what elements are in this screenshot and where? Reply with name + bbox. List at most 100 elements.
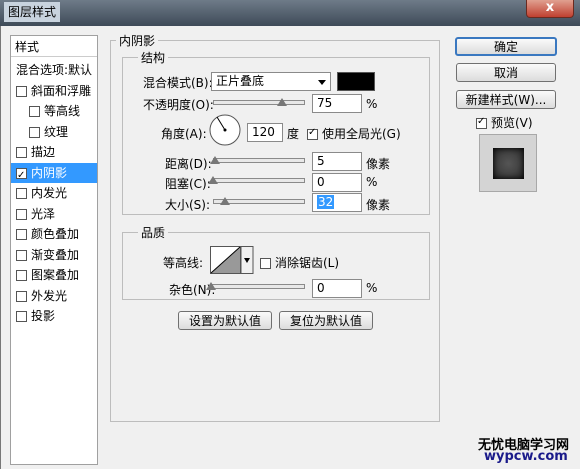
style-item-checkbox[interactable] — [29, 106, 40, 117]
style-item-label: 描边 — [31, 145, 56, 159]
choke-label: 阻塞(C): — [165, 177, 211, 191]
angle-label: 角度(A): — [161, 127, 207, 141]
distance-field[interactable]: 5 — [312, 152, 362, 171]
angle-unit: 度 — [287, 127, 300, 141]
style-item[interactable]: 投影 — [11, 306, 97, 326]
distance-unit: 像素 — [366, 157, 391, 171]
style-item-checkbox[interactable] — [16, 229, 27, 240]
style-item-label: 斜面和浮雕 — [31, 83, 92, 98]
new-style-button[interactable]: 新建样式(W)... — [456, 90, 556, 109]
preview-check-icon — [476, 116, 487, 129]
style-item-checkbox[interactable] — [29, 126, 40, 138]
cancel-button[interactable]: 取消 — [456, 63, 556, 82]
blend-mode-label: 混合模式(B): — [143, 76, 213, 90]
quality-title: 品质 — [138, 224, 169, 241]
chevron-down-icon — [318, 80, 326, 85]
angle-dial-icon — [209, 114, 241, 146]
style-item-checkbox[interactable] — [16, 249, 27, 261]
style-item[interactable]: 内发光 — [11, 183, 97, 203]
choke-field[interactable]: 0 — [312, 173, 362, 192]
style-item[interactable]: 斜面和浮雕 — [11, 81, 97, 101]
noise-slider-thumb[interactable] — [206, 282, 216, 290]
size-unit: 像素 — [366, 198, 391, 212]
noise-field[interactable]: 0 — [312, 279, 362, 298]
noise-unit: % — [366, 281, 378, 295]
antialias-check-icon — [260, 258, 271, 269]
set-default-button[interactable]: 设置为默认值 — [178, 311, 272, 330]
style-item[interactable]: 光泽 — [11, 204, 97, 224]
style-item[interactable]: 混合选项:默认 — [11, 60, 97, 80]
style-item-checkbox[interactable] — [16, 208, 27, 220]
style-item-checkbox[interactable] — [16, 270, 27, 281]
blend-mode-value: 正片叠底 — [216, 74, 265, 88]
style-item-checkbox[interactable] — [16, 166, 27, 183]
style-item[interactable]: 颜色叠加 — [11, 224, 97, 244]
style-item-checkbox[interactable] — [16, 85, 27, 97]
style-item-label: 内阴影 — [31, 165, 68, 180]
angle-field[interactable]: 120 — [247, 123, 283, 142]
global-light-checkbox[interactable]: 使用全局光(G) — [307, 125, 401, 142]
style-item-checkbox[interactable] — [16, 311, 27, 322]
contour-label: 等高线: — [163, 256, 204, 270]
style-item[interactable]: 图案叠加 — [11, 265, 97, 285]
distance-label: 距离(D): — [165, 157, 212, 171]
style-item-checkbox[interactable] — [16, 147, 27, 158]
style-item-label: 渐变叠加 — [31, 247, 80, 262]
styles-header[interactable]: 样式 — [15, 38, 39, 56]
close-button[interactable]: x — [526, 0, 574, 18]
size-field[interactable]: 32 — [312, 193, 362, 212]
style-item-label: 混合选项:默认 — [16, 63, 93, 77]
preview-label: 预览(V) — [491, 116, 533, 130]
preview-thumbnail — [479, 134, 537, 192]
style-item-label: 内发光 — [31, 186, 68, 200]
style-item[interactable]: 渐变叠加 — [11, 245, 97, 265]
style-item[interactable]: 纹理 — [11, 122, 97, 142]
style-item-label: 等高线 — [44, 104, 81, 118]
opacity-label: 不透明度(O): — [143, 98, 214, 112]
title-bar — [0, 0, 580, 26]
distance-slider-thumb[interactable] — [209, 156, 220, 164]
style-item-label: 颜色叠加 — [31, 227, 80, 241]
style-item[interactable]: 外发光 — [11, 286, 97, 306]
style-item-label: 图案叠加 — [31, 268, 80, 282]
structure-title: 结构 — [138, 49, 169, 66]
style-item-label: 投影 — [31, 309, 56, 323]
opacity-field[interactable]: 75 — [312, 94, 362, 113]
style-item-label: 外发光 — [31, 288, 68, 303]
choke-slider-thumb[interactable] — [208, 176, 218, 184]
style-item-checkbox[interactable] — [16, 188, 27, 199]
divider — [11, 56, 97, 57]
choke-slider[interactable] — [213, 178, 305, 183]
blend-mode-select[interactable]: 正片叠底 — [211, 72, 331, 91]
styles-list: 样式 混合选项:默认斜面和浮雕等高线纹理描边内阴影内发光光泽颜色叠加渐变叠加图案… — [10, 35, 98, 465]
ok-button[interactable]: 确定 — [455, 37, 557, 56]
global-light-check-icon — [307, 127, 318, 140]
style-item-label: 纹理 — [44, 124, 69, 139]
size-slider-thumb[interactable] — [219, 197, 230, 205]
style-item-checkbox[interactable] — [16, 290, 27, 302]
global-light-label: 使用全局光(G) — [322, 127, 401, 141]
preview-checkbox[interactable]: 预览(V) — [476, 114, 533, 131]
opacity-slider[interactable] — [213, 100, 305, 105]
preview-swatch — [493, 148, 524, 179]
size-value-selected: 32 — [317, 195, 335, 209]
distance-slider[interactable] — [213, 158, 305, 163]
opacity-unit: % — [366, 97, 378, 111]
window-title: 图层样式 — [4, 2, 61, 22]
watermark-line2: wypcw.com — [484, 449, 568, 464]
noise-slider[interactable] — [211, 284, 305, 289]
style-item-label: 光泽 — [31, 206, 56, 221]
antialias-checkbox[interactable]: 消除锯齿(L) — [260, 254, 339, 271]
contour-curve-icon — [210, 246, 254, 274]
style-item[interactable]: 描边 — [11, 142, 97, 162]
style-item[interactable]: 内阴影 — [11, 162, 97, 183]
angle-dial[interactable] — [209, 114, 241, 146]
contour-picker[interactable] — [210, 246, 254, 274]
size-label: 大小(S): — [165, 198, 211, 212]
opacity-slider-thumb[interactable] — [277, 98, 287, 106]
blend-color-swatch[interactable] — [337, 72, 375, 91]
section-title: 内阴影 — [116, 32, 159, 49]
antialias-label: 消除锯齿(L) — [275, 256, 340, 270]
style-item[interactable]: 等高线 — [11, 101, 97, 121]
reset-default-button[interactable]: 复位为默认值 — [279, 311, 373, 330]
